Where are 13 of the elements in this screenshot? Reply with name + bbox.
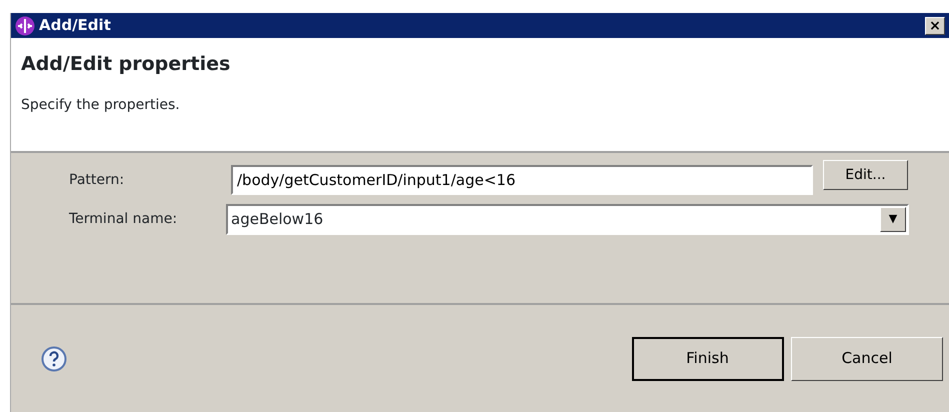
edit-button[interactable]: Edit... xyxy=(823,160,908,190)
field-label: Pattern: xyxy=(69,170,126,190)
pattern-field[interactable]: /body/getCustomerID/input1/age<16 xyxy=(231,165,813,195)
help-icon[interactable] xyxy=(41,346,67,372)
terminal-name-dropdown[interactable]: ageBelow16 ▼ xyxy=(226,204,909,235)
app-icon xyxy=(15,16,35,36)
dialog-heading: Add/Edit properties xyxy=(21,52,232,77)
window-title: Add/Edit xyxy=(39,15,111,36)
field-label: Terminal name: xyxy=(69,210,178,229)
cancel-button[interactable]: Cancel xyxy=(791,336,943,380)
finish-button[interactable]: Finish xyxy=(632,336,784,380)
close-button[interactable]: × xyxy=(925,16,945,34)
dialog-description: Specify the properties. xyxy=(21,96,181,114)
